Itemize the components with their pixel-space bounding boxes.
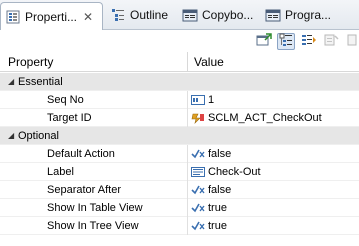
properties-toolbar: [0, 30, 359, 52]
tab-outline[interactable]: Outline: [106, 2, 178, 28]
table-row[interactable]: Label Check-Out: [0, 163, 359, 181]
property-value-cell[interactable]: SCLM_ACT_CheckOut: [188, 109, 359, 127]
property-name-cell: Seq No: [0, 91, 188, 109]
property-name: Label: [47, 166, 74, 178]
property-name: Seq No: [47, 94, 84, 106]
table-row[interactable]: Show In Tree View true: [0, 217, 359, 235]
property-name: Separator After: [47, 184, 121, 196]
boolean-icon: [190, 202, 206, 214]
view-menu-icon: [346, 33, 358, 50]
property-name-cell: Target ID: [0, 109, 188, 127]
category-label: Essential: [18, 76, 63, 88]
property-name: Show In Tree View: [47, 220, 139, 232]
property-value-cell[interactable]: false: [188, 181, 359, 199]
property-value-cell[interactable]: 1: [188, 91, 359, 109]
property-value: false: [208, 184, 232, 196]
property-value: Check-Out: [208, 166, 261, 178]
property-name-cell: Show In Tree View: [0, 217, 188, 235]
tab-copybook[interactable]: Copybo...: [178, 2, 260, 28]
close-icon[interactable]: ✕: [83, 10, 93, 24]
property-name-cell: Separator After: [0, 181, 188, 199]
property-name: Target ID: [47, 112, 92, 124]
property-value: true: [208, 220, 227, 232]
property-value: true: [208, 202, 227, 214]
tab-label: Properti...: [25, 9, 78, 24]
tab-label: Copybo...: [202, 8, 254, 22]
table-row[interactable]: Seq No 1: [0, 91, 359, 109]
property-value: SCLM_ACT_CheckOut: [208, 112, 322, 124]
property-name-cell: Label: [0, 163, 188, 181]
boolean-icon: [190, 148, 206, 160]
action-link-icon: [190, 112, 206, 124]
show-advanced-icon: [301, 33, 317, 50]
pin-button[interactable]: [255, 33, 273, 50]
table-row[interactable]: Show In Table View true: [0, 199, 359, 217]
table-row[interactable]: Default Action false: [0, 145, 359, 163]
program-icon: [265, 7, 281, 23]
property-value-cell[interactable]: Check-Out: [188, 163, 359, 181]
property-table-header: Property Value: [0, 52, 359, 72]
category-label: Optional: [18, 130, 59, 142]
boolean-icon: [190, 184, 206, 196]
boolean-icon: [190, 220, 206, 232]
number-icon: [190, 94, 206, 106]
property-name: Default Action: [47, 148, 115, 160]
outline-icon: [110, 7, 126, 23]
properties-icon: [5, 9, 21, 25]
view-tab-bar: Properti... ✕ Outline Copybo... Progra..…: [0, 0, 359, 30]
property-table: ◢ Essential Seq No 1 Target ID SCLM_ACT_…: [0, 73, 359, 235]
category-cell: ◢ Essential: [0, 73, 188, 91]
collapse-triangle-icon[interactable]: ◢: [8, 127, 14, 145]
property-value: false: [208, 148, 232, 160]
tab-properties[interactable]: Properti... ✕: [0, 2, 103, 30]
copybook-icon: [182, 7, 198, 23]
property-name: Show In Table View: [47, 202, 143, 214]
show-advanced-button[interactable]: [300, 33, 318, 50]
text-icon: [190, 166, 206, 178]
property-name-cell: Default Action: [0, 145, 188, 163]
table-row[interactable]: Separator After false: [0, 181, 359, 199]
category-row-essential[interactable]: ◢ Essential: [0, 73, 359, 91]
tab-label: Progra...: [285, 8, 332, 22]
property-value-cell[interactable]: true: [188, 199, 359, 217]
collapse-triangle-icon[interactable]: ◢: [8, 73, 14, 91]
tab-program[interactable]: Progra...: [261, 2, 341, 28]
restore-default-button[interactable]: [322, 33, 340, 50]
property-value-cell[interactable]: false: [188, 145, 359, 163]
category-cell: ◢ Optional: [0, 127, 188, 145]
restore-default-icon: [323, 33, 339, 50]
column-header-value[interactable]: Value: [188, 52, 359, 72]
property-value: 1: [208, 94, 215, 106]
view-menu-button[interactable]: [345, 33, 359, 50]
pin-icon: [256, 33, 272, 50]
property-value-cell[interactable]: true: [188, 217, 359, 235]
property-name-cell: Show In Table View: [0, 199, 188, 217]
category-row-optional[interactable]: ◢ Optional: [0, 127, 359, 145]
show-categories-icon: [279, 33, 293, 50]
show-categories-button[interactable]: [277, 33, 295, 50]
table-row[interactable]: Target ID SCLM_ACT_CheckOut: [0, 109, 359, 127]
tab-label: Outline: [130, 8, 169, 22]
column-header-property[interactable]: Property: [0, 52, 188, 72]
